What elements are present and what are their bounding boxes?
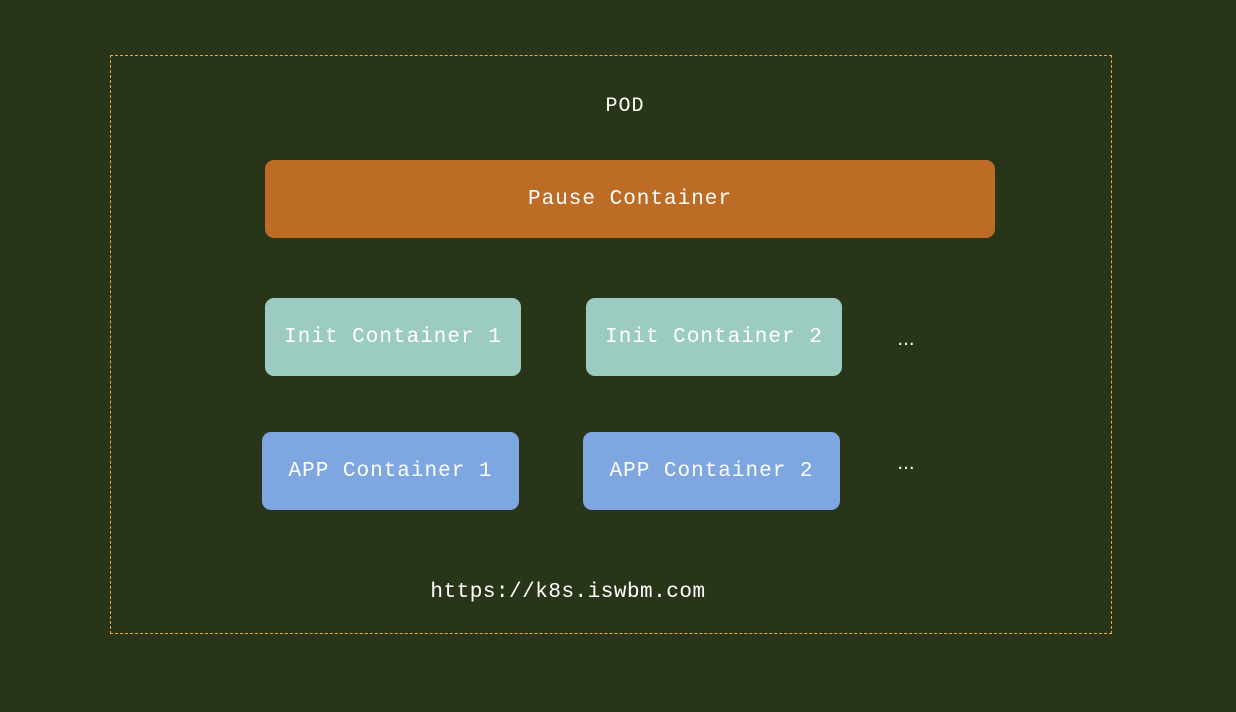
pod-label: POD [605, 95, 645, 118]
init-container-1-box: Init Container 1 [265, 298, 521, 376]
init-container-2-box: Init Container 2 [586, 298, 842, 376]
init-more-ellipsis: ... [897, 329, 915, 350]
pause-container-box: Pause Container [265, 160, 995, 238]
watermark-url: https://k8s.iswbm.com [430, 581, 706, 604]
app-container-1-box: APP Container 1 [262, 432, 519, 510]
app-container-2-box: APP Container 2 [583, 432, 840, 510]
app-more-ellipsis: ... [897, 453, 915, 474]
